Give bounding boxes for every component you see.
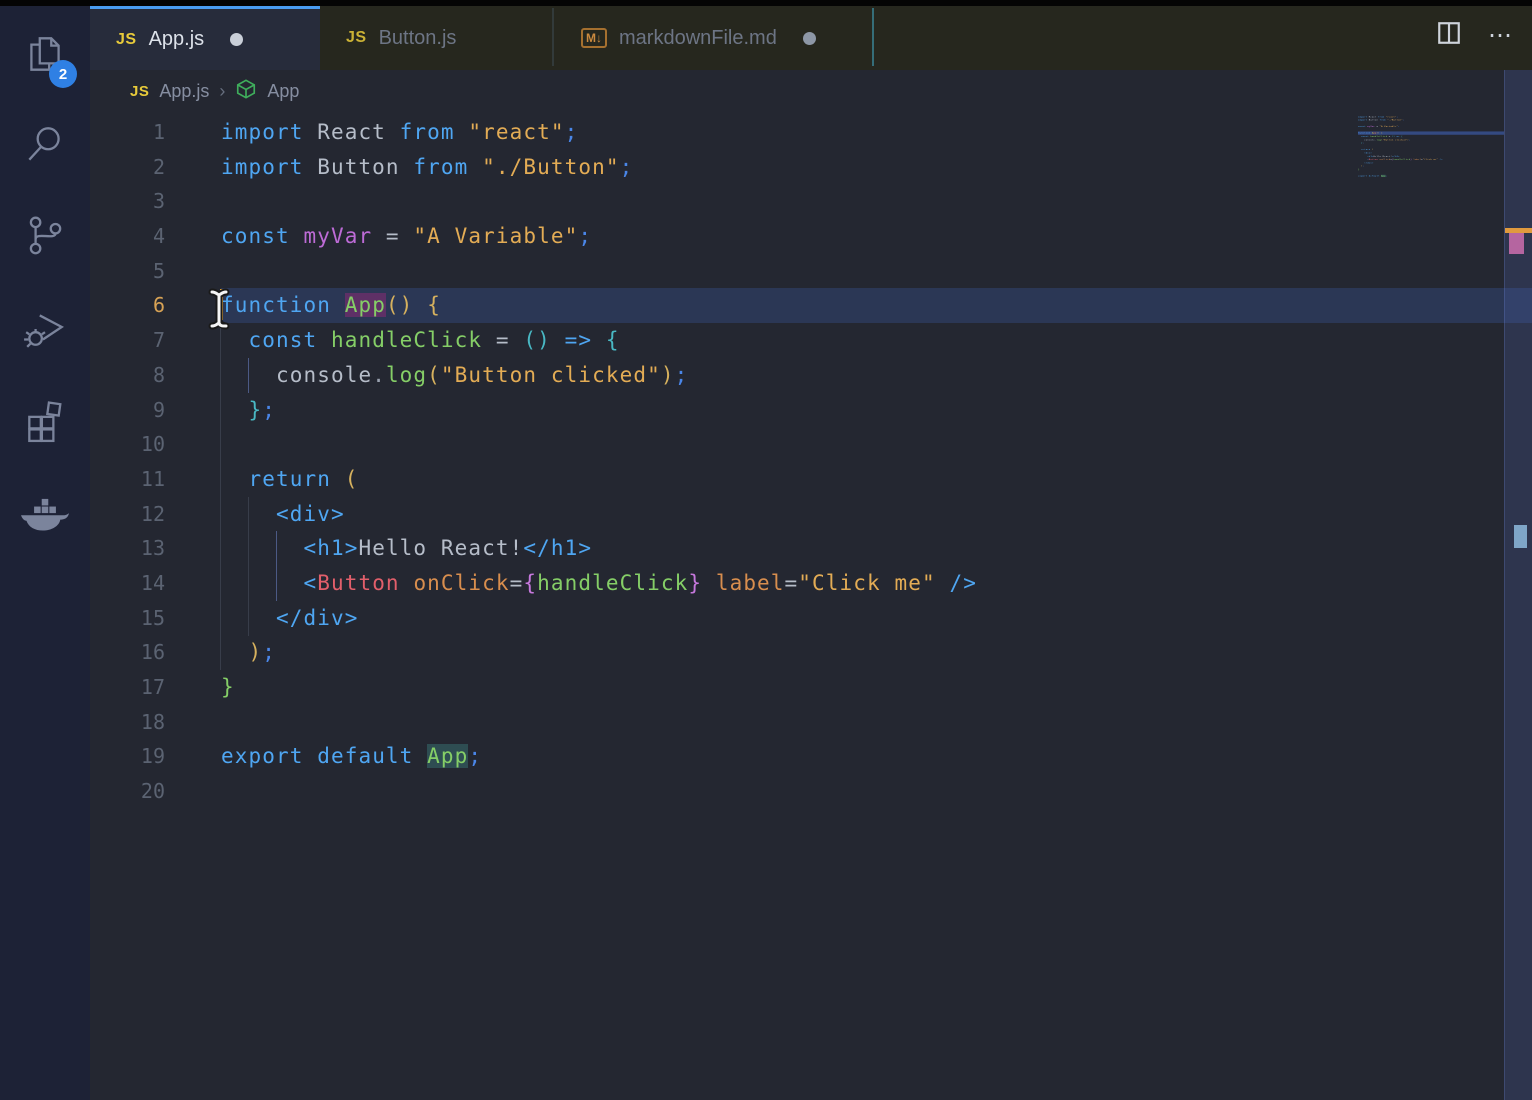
explorer-badge: 2 (49, 60, 77, 88)
minimap-content: 1import React from "react";2import Butto… (1358, 115, 1504, 181)
code-line[interactable]: 14 <Button onClick={handleClick} label="… (90, 566, 1532, 601)
docker-icon (21, 488, 69, 541)
modified-dot-icon[interactable] (230, 33, 243, 46)
code-line[interactable]: 11 return ( (90, 462, 1532, 497)
tab-button-js[interactable]: JS Button.js (320, 6, 552, 70)
code-line[interactable]: 15 </div> (90, 601, 1532, 636)
vscode-window: 2 (0, 0, 1532, 1100)
activity-item-run-debug[interactable] (0, 292, 90, 368)
javascript-file-icon: JS (130, 83, 149, 100)
symbol-class-icon (235, 78, 257, 105)
line-number: 2 (90, 150, 221, 185)
overview-ruler[interactable] (1504, 70, 1532, 1100)
tab-label: Button.js (379, 27, 457, 50)
code-line[interactable]: 4const myVar = "A Variable"; (90, 219, 1532, 254)
activity-item-extensions[interactable] (0, 384, 90, 460)
code-line[interactable]: 2import Button from "./Button"; (90, 150, 1532, 185)
line-number: 16 (90, 635, 221, 670)
code-line[interactable]: 18 (90, 705, 1532, 740)
activity-item-search[interactable] (0, 108, 90, 184)
code-line[interactable]: 12 <div> (90, 497, 1532, 532)
line-number: 6 (90, 288, 221, 323)
line-number: 12 (90, 497, 221, 532)
line-number: 18 (90, 705, 221, 740)
code-line[interactable]: 19export default App; (90, 739, 1532, 774)
code-line[interactable]: 20 (90, 774, 1532, 809)
more-actions-icon[interactable]: ⋯ (1488, 26, 1514, 46)
code-line[interactable]: 8 console.log("Button clicked"); (90, 358, 1532, 393)
line-number: 13 (90, 531, 221, 566)
modified-dot-icon[interactable] (803, 32, 816, 45)
tab-app-js[interactable]: JS App.js (90, 6, 320, 70)
code-line[interactable]: 5 (90, 254, 1532, 289)
tab-markdownfile-md[interactable]: M↓ markdownFile.md (555, 6, 872, 70)
javascript-file-icon: JS (346, 29, 367, 47)
tab-label: App.js (149, 28, 205, 51)
line-number: 15 (90, 601, 221, 636)
line-number: 1 (90, 115, 221, 150)
indent-guide-active (248, 358, 249, 393)
ruler-marker-pink (1509, 233, 1524, 254)
line-number: 3 (90, 184, 221, 219)
activity-bar: 2 (0, 0, 90, 1100)
line-number: 9 (90, 393, 221, 428)
line-number: 7 (90, 323, 221, 358)
line-number: 10 (90, 427, 221, 462)
tab-label: markdownFile.md (619, 27, 777, 50)
extensions-icon (22, 397, 68, 448)
code-lines: 1import React from "react";2import Butto… (90, 115, 1532, 809)
code-line[interactable]: 1import React from "react"; (90, 115, 1532, 150)
run-debug-icon (22, 305, 68, 356)
code-line[interactable]: 7 const handleClick = () => { (90, 323, 1532, 358)
breadcrumb-item-symbol[interactable]: App (267, 81, 299, 102)
line-number: 4 (90, 219, 221, 254)
activity-item-explorer[interactable]: 2 (0, 18, 90, 94)
breadcrumb-item-file[interactable]: App.js (159, 81, 209, 102)
split-editor-icon[interactable] (1436, 20, 1462, 51)
line-number: 11 (90, 462, 221, 497)
ruler-marker-blue (1514, 525, 1527, 548)
tab-bar: JS App.js JS Button.js M↓ markdownFile.m… (90, 0, 1532, 70)
indent-guide-active (276, 531, 277, 601)
line-number: 14 (90, 566, 221, 601)
indent-guide (248, 497, 249, 636)
activity-item-docker[interactable] (0, 476, 90, 552)
code-line[interactable]: 10 (90, 427, 1532, 462)
code-line[interactable]: 9 }; (90, 393, 1532, 428)
ibeam-cursor-icon (204, 288, 234, 335)
line-number: 17 (90, 670, 221, 705)
window-top-border (0, 0, 1532, 6)
code-line[interactable]: 3 (90, 184, 1532, 219)
line-number: 19 (90, 739, 221, 774)
line-number: 8 (90, 358, 221, 393)
search-icon (22, 121, 68, 172)
minimap[interactable]: 1import React from "react";2import Butto… (1356, 113, 1504, 1100)
source-control-icon (22, 213, 68, 264)
code-line[interactable]: 16 ); (90, 635, 1532, 670)
code-line[interactable]: 13 <h1>Hello React!</h1> (90, 531, 1532, 566)
line-number: 5 (90, 254, 221, 289)
editor-group: JS App.js JS Button.js M↓ markdownFile.m… (90, 0, 1532, 1100)
markdown-file-icon: M↓ (581, 28, 607, 48)
code-line[interactable]: 6function App() { (90, 288, 1532, 323)
chevron-right-icon: › (219, 81, 225, 102)
line-number: 20 (90, 774, 221, 809)
tab-actions: ⋯ (1436, 20, 1514, 51)
tab-separator (872, 8, 874, 66)
activity-item-source-control[interactable] (0, 200, 90, 276)
code-line[interactable]: 20 (1358, 178, 1504, 181)
breadcrumb: JS App.js › App (90, 70, 1532, 113)
indent-guide (220, 323, 221, 670)
tab-separator (552, 8, 554, 66)
code-line[interactable]: 17} (90, 670, 1532, 705)
javascript-file-icon: JS (116, 31, 137, 49)
code-editor[interactable]: 1import React from "react";2import Butto… (90, 113, 1532, 1100)
